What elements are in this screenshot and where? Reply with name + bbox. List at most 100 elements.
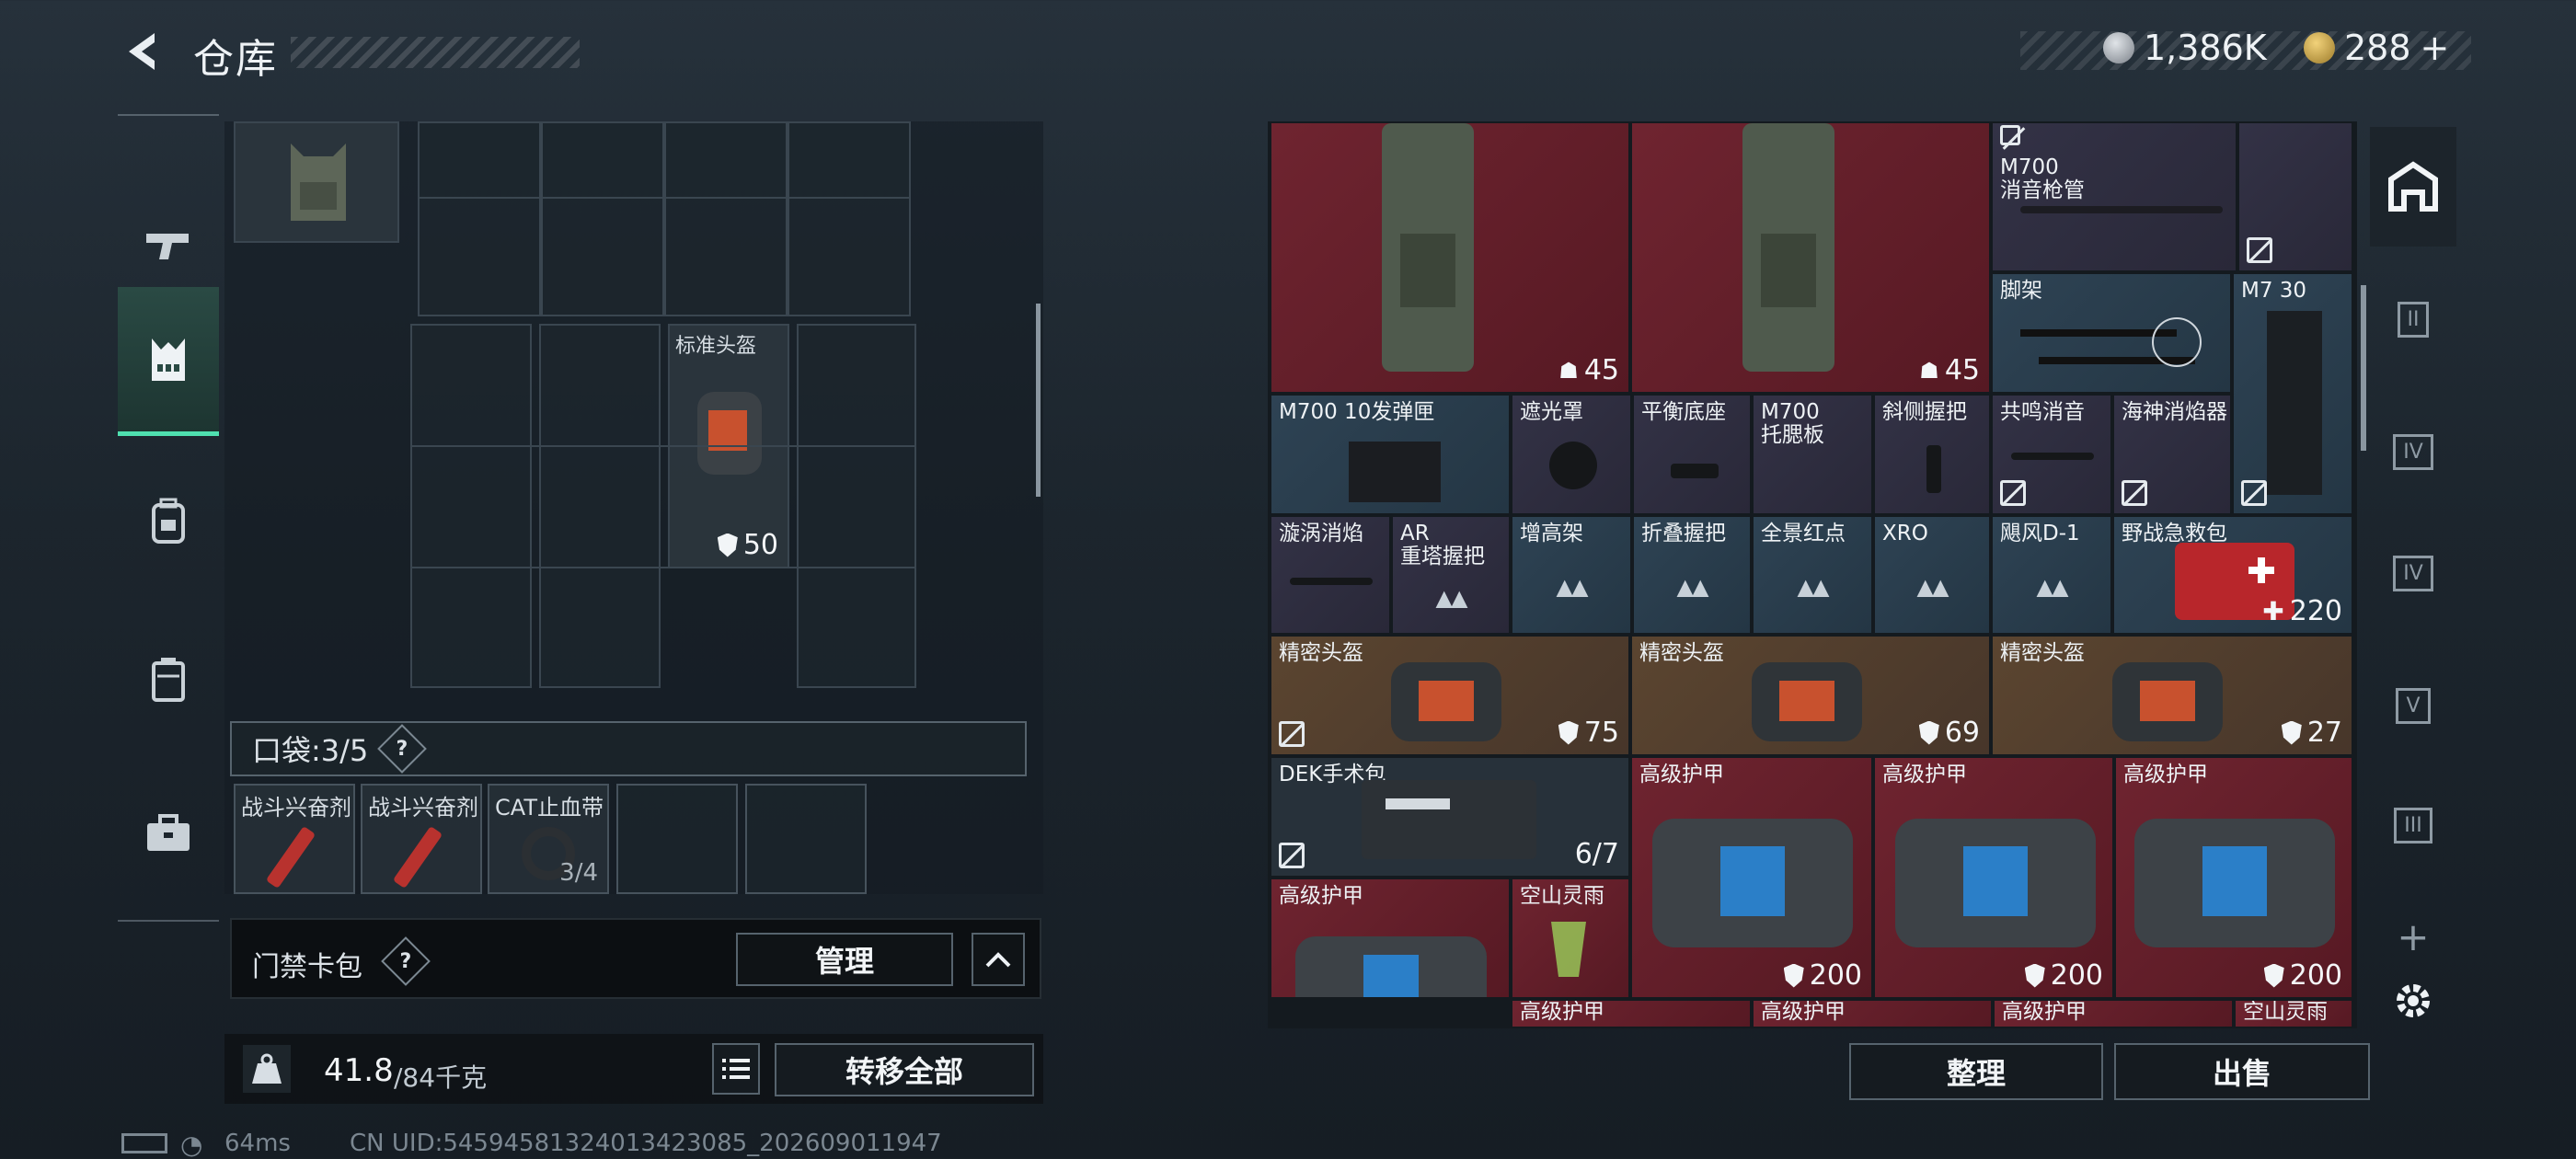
- card-help-icon[interactable]: ?: [381, 936, 431, 986]
- item-label: 平衡底座: [1641, 400, 1726, 424]
- add-stash-tab-button[interactable]: +: [2370, 900, 2456, 973]
- currency-silver-value: 1,386K: [2144, 28, 2267, 68]
- stash-tab[interactable]: II: [2370, 259, 2456, 379]
- stash-item-vest[interactable]: ☗ 45: [1630, 121, 1991, 394]
- stash-item-armor[interactable]: 高级护甲: [1511, 999, 1752, 1028]
- vest-grid-cell[interactable]: [539, 324, 661, 688]
- stash-item-sight[interactable]: XRO ▲▲: [1873, 515, 1991, 635]
- stash-item-armor[interactable]: 高级护甲 200: [1873, 756, 2114, 999]
- stash-tab[interactable]: V: [2370, 646, 2456, 765]
- equipped-vest-slot[interactable]: [234, 121, 399, 243]
- equipment-scrollbar[interactable]: [1036, 304, 1041, 497]
- stash-item-drink[interactable]: 空山灵雨: [2234, 999, 2353, 1028]
- stash-item-grip[interactable]: 折叠握把 ▲▲: [1632, 515, 1752, 635]
- no-sell-icon: [2122, 480, 2147, 506]
- stash-tab[interactable]: IV: [2370, 513, 2456, 633]
- currency-gold[interactable]: 288 +: [2304, 28, 2449, 68]
- stash-tab[interactable]: IV: [2370, 392, 2456, 511]
- item-label: 高级护甲: [1882, 763, 1967, 786]
- stash-item-medkit[interactable]: 野战急救包 ✚ 220: [2112, 515, 2353, 635]
- stash-item-armor[interactable]: 高级护甲: [1752, 999, 1993, 1028]
- pocket-help-icon[interactable]: ?: [377, 724, 428, 774]
- stash-page-rail: II IV IV V III +: [2370, 121, 2456, 1028]
- stash-item-magazine[interactable]: M7 30: [2232, 272, 2353, 515]
- gear-icon: [2397, 984, 2430, 1017]
- stash-item-cheekpad[interactable]: M700 托腮板: [1752, 394, 1873, 515]
- rail-vest[interactable]: [118, 287, 219, 436]
- stash-item-helmet[interactable]: 精密头盔 75: [1270, 635, 1630, 756]
- manage-button[interactable]: 管理: [736, 933, 953, 986]
- back-icon[interactable]: [118, 28, 166, 75]
- stash-item-mount[interactable]: 平衡底座: [1632, 394, 1752, 515]
- rail-briefcase[interactable]: [118, 760, 219, 907]
- expand-button[interactable]: [972, 933, 1025, 986]
- stash-item-vest[interactable]: ☗ 45: [1270, 121, 1630, 394]
- vest-grid-cell[interactable]: [664, 121, 788, 316]
- header-stripe: [291, 37, 580, 68]
- stash-item-drink[interactable]: 空山灵雨: [1511, 878, 1630, 999]
- stash-home-tab[interactable]: [2370, 127, 2456, 247]
- transfer-all-button[interactable]: 转移全部: [775, 1043, 1034, 1096]
- pocket-slot[interactable]: CAT止血带 3/4: [488, 784, 609, 894]
- stash-item-helmet[interactable]: 精密头盔 27: [1991, 635, 2353, 756]
- pocket-slot[interactable]: 战斗兴奋剂: [234, 784, 355, 894]
- vest-grid-cell[interactable]: [418, 121, 541, 316]
- stash-item-magazine[interactable]: M700 10发弹匣: [1270, 394, 1511, 515]
- stash-item-hood[interactable]: 遮光罩: [1511, 394, 1632, 515]
- item-label: 漩涡消焰: [1279, 522, 1363, 545]
- stash-item-bipod[interactable]: 脚架: [1991, 272, 2232, 394]
- item-label: 斜侧握把: [1882, 400, 1967, 424]
- stash-item-grip[interactable]: 斜侧握把: [1873, 394, 1991, 515]
- stash-item-flashhider[interactable]: 海神消焰器: [2112, 394, 2232, 515]
- rail-armor[interactable]: [118, 605, 219, 752]
- vest-grid-cell[interactable]: [797, 324, 916, 688]
- stash-scrollbar[interactable]: [2361, 285, 2366, 451]
- armor-item-icon: [1895, 819, 2096, 947]
- weight-current: 41.8: [324, 1052, 394, 1089]
- stash-item-sight[interactable]: 飓风D-1 ▲▲: [1991, 515, 2112, 635]
- weight-bar: 41.8 /84千克 转移全部: [224, 1034, 1043, 1104]
- stash-item-sight[interactable]: 全景红点 ▲▲: [1752, 515, 1873, 635]
- stash-item-armor[interactable]: 高级护甲: [1993, 999, 2234, 1028]
- stash-item-barrel[interactable]: M700 消音枪管: [1991, 121, 2237, 272]
- vest-grid-cell[interactable]: [541, 121, 664, 316]
- chevron-up-icon: [985, 952, 1011, 968]
- card-bar-label: 门禁卡包: [252, 951, 362, 983]
- stash-item-armor[interactable]: 高级护甲: [1270, 878, 1511, 999]
- item-label: 高级护甲: [2002, 1000, 2087, 1024]
- stash-item-surgery-kit[interactable]: DEK手术包 6/7: [1270, 756, 1630, 878]
- settings-button[interactable]: [2370, 973, 2456, 1028]
- stash-item-suppressor[interactable]: 共鸣消音: [1991, 394, 2112, 515]
- unknown-item-icon: ▲▲: [1676, 573, 1709, 600]
- sell-button[interactable]: 出售: [2114, 1043, 2370, 1100]
- pocket-slot-empty[interactable]: [616, 784, 738, 894]
- stash-item-riser[interactable]: 增高架 ▲▲: [1511, 515, 1632, 635]
- pocket-slot-empty[interactable]: [745, 784, 867, 894]
- stash-item-drum[interactable]: [2237, 121, 2353, 272]
- item-uses: 6/7: [1574, 838, 1619, 870]
- item-durability: 200: [1783, 959, 1862, 992]
- pocket-header: 口袋:3/5 ?: [230, 721, 1027, 776]
- sort-button[interactable]: 整理: [1849, 1043, 2103, 1100]
- item-label: 空山灵雨: [1520, 884, 1604, 908]
- add-currency-button[interactable]: +: [2421, 28, 2450, 68]
- shield-icon: [2281, 720, 2302, 745]
- stash-tab-label: II: [2397, 301, 2430, 338]
- helmet-durability: 50: [717, 529, 778, 561]
- stash-item-armor[interactable]: 高级护甲 200: [2114, 756, 2353, 999]
- stash-tab-label: IV: [2393, 433, 2433, 470]
- stash-item-helmet[interactable]: 精密头盔 69: [1630, 635, 1991, 756]
- vest-grid-cell[interactable]: [410, 324, 532, 688]
- helmet-item-icon: [2112, 662, 2223, 741]
- stash-tab[interactable]: III: [2370, 765, 2456, 885]
- stash-item-armor[interactable]: 高级护甲 200: [1630, 756, 1873, 999]
- list-view-button[interactable]: [712, 1043, 760, 1095]
- pocket-count: 3/5: [320, 733, 369, 768]
- pocket-slot[interactable]: 战斗兴奋剂: [361, 784, 482, 894]
- vest-grid-cell[interactable]: [788, 121, 911, 316]
- stash-item-grip[interactable]: AR 重塔握把 ▲▲: [1391, 515, 1511, 635]
- grip-icon: [1926, 445, 1941, 493]
- stash-item-flashhider[interactable]: 漩涡消焰: [1270, 515, 1391, 635]
- rail-backpack[interactable]: [118, 447, 219, 594]
- weight-max: /84千克: [394, 1062, 488, 1093]
